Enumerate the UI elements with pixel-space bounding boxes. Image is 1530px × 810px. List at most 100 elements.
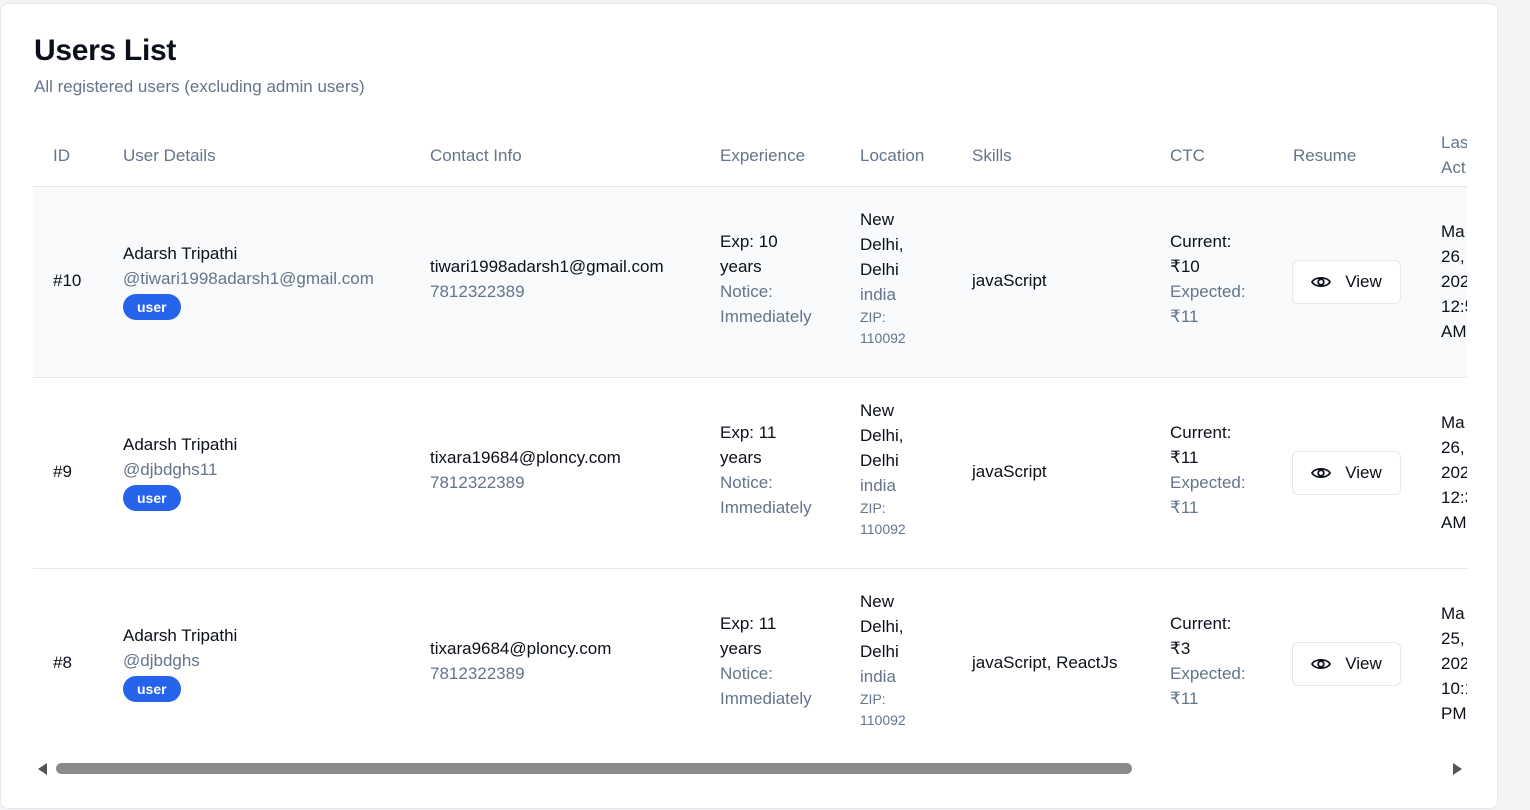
last-active-line2: 25, <box>1441 629 1465 648</box>
contact-info: tixara9684@ploncy.com 7812322389 <box>430 636 611 686</box>
view-resume-button[interactable]: View <box>1292 260 1401 304</box>
last-active-line2: 26, <box>1441 438 1465 457</box>
header-resume: Resume <box>1293 146 1357 165</box>
user-id: #9 <box>53 462 72 481</box>
notice-label: Notice: <box>720 664 773 683</box>
contact-info: tixara19684@ploncy.com 7812322389 <box>430 445 621 495</box>
role-badge: user <box>123 485 181 511</box>
notice-label: Notice: <box>720 473 773 492</box>
ctc-expected-value: ₹11 <box>1170 689 1199 708</box>
notice-value: Immediately <box>720 689 812 708</box>
skills: javaScript, ReactJs <box>972 653 1118 672</box>
ctc-expected-label: Expected: <box>1170 664 1246 683</box>
last-active-line5: AM <box>1441 322 1467 341</box>
experience-years-line1: Exp: 11 <box>720 614 777 633</box>
location-city-line1: New <box>860 592 895 611</box>
notice-value: Immediately <box>720 498 812 517</box>
location-info: New Delhi, Delhi india ZIP: 110092 <box>860 207 906 349</box>
ctc-current-label: Current: <box>1170 614 1232 633</box>
eye-icon <box>1311 276 1332 288</box>
location-country: india <box>860 285 896 304</box>
ctc-current-value: ₹11 <box>1170 448 1199 467</box>
user-username: @tiwari1998adarsh1@gmail.com <box>123 269 374 288</box>
user-details: Adarsh Tripathi @tiwari1998adarsh1@gmail… <box>123 241 374 320</box>
table-row: #9 Adarsh Tripathi @djbdghs11 user tixar… <box>33 378 1467 569</box>
role-badge: user <box>123 676 181 702</box>
user-details: Adarsh Tripathi @djbdghs11 user <box>123 432 237 511</box>
location-city-line3: Delhi <box>860 642 899 661</box>
location-zip-label: ZIP: <box>860 309 886 325</box>
user-details: Adarsh Tripathi @djbdghs user <box>123 623 237 702</box>
experience-years-line2: years <box>720 639 762 658</box>
last-active-line1: Ma <box>1441 413 1465 432</box>
location-city-line2: Delhi, <box>860 235 904 254</box>
eye-icon <box>1311 658 1332 670</box>
skills: javaScript <box>972 462 1047 481</box>
header-last-active: Las Act <box>1441 130 1467 180</box>
view-resume-button[interactable]: View <box>1292 451 1401 495</box>
experience-years-line2: years <box>720 448 762 467</box>
location-city-line1: New <box>860 401 895 420</box>
last-active: Ma 26, 202 12:3 AM <box>1441 410 1467 535</box>
view-resume-button[interactable]: View <box>1292 642 1401 686</box>
user-username: @djbdghs <box>123 651 200 670</box>
last-active-line5: AM <box>1441 513 1467 532</box>
contact-phone: 7812322389 <box>430 282 525 301</box>
scrollbar-thumb[interactable] <box>56 763 1132 774</box>
last-active-line4: 12:5 <box>1441 297 1467 316</box>
table-row: #10 Adarsh Tripathi @tiwari1998adarsh1@g… <box>33 187 1467 378</box>
role-badge: user <box>123 294 181 320</box>
notice-value: Immediately <box>720 307 812 326</box>
location-city-line2: Delhi, <box>860 617 904 636</box>
last-active-line1: Ma <box>1441 604 1465 623</box>
view-resume-label: View <box>1345 272 1382 291</box>
contact-email[interactable]: tiwari1998adarsh1@gmail.com <box>430 254 664 279</box>
table-header: ID User Details Contact Info Experience … <box>33 122 1467 187</box>
ctc-info: Current: ₹3 Expected: ₹11 <box>1170 611 1246 711</box>
contact-phone: 7812322389 <box>430 473 525 492</box>
user-name: Adarsh Tripathi <box>123 244 238 263</box>
last-active-line3: 202 <box>1441 272 1467 291</box>
last-active: Ma 25, 202 10:1 PM <box>1441 601 1467 726</box>
experience-years-line1: Exp: 11 <box>720 423 777 442</box>
contact-email[interactable]: tixara9684@ploncy.com <box>430 636 611 661</box>
location-country: india <box>860 476 896 495</box>
last-active-line5: PM <box>1441 704 1467 723</box>
ctc-expected-label: Expected: <box>1170 282 1246 301</box>
scroll-left-arrow-icon[interactable] <box>38 763 47 775</box>
last-active-line4: 12:3 <box>1441 488 1467 507</box>
ctc-current-value: ₹10 <box>1170 257 1200 276</box>
location-zip-value: 110092 <box>860 330 906 346</box>
notice-label: Notice: <box>720 282 773 301</box>
location-country: india <box>860 667 896 686</box>
last-active: Ma 26, 202 12:5 AM <box>1441 219 1467 344</box>
header-ctc: CTC <box>1170 146 1205 165</box>
ctc-current-value: ₹3 <box>1170 639 1191 658</box>
contact-email[interactable]: tixara19684@ploncy.com <box>430 445 621 470</box>
last-active-line4: 10:1 <box>1441 679 1467 698</box>
header-location: Location <box>860 146 925 165</box>
view-resume-label: View <box>1345 654 1382 673</box>
experience-info: Exp: 11 years Notice: Immediately <box>720 420 812 520</box>
page-subtitle: All registered users (excluding admin us… <box>34 77 365 96</box>
view-resume-label: View <box>1345 463 1382 482</box>
location-city-line3: Delhi <box>860 260 899 279</box>
location-zip-value: 110092 <box>860 712 906 728</box>
last-active-line3: 202 <box>1441 654 1467 673</box>
location-city-line2: Delhi, <box>860 426 904 445</box>
horizontal-scrollbar[interactable] <box>33 758 1467 780</box>
header-skills: Skills <box>972 146 1012 165</box>
users-table[interactable]: ID User Details Contact Info Experience … <box>33 122 1467 752</box>
experience-info: Exp: 11 years Notice: Immediately <box>720 611 812 711</box>
eye-icon <box>1311 467 1332 479</box>
last-active-line1: Ma <box>1441 222 1465 241</box>
location-zip-value: 110092 <box>860 521 906 537</box>
ctc-current-label: Current: <box>1170 232 1232 251</box>
ctc-expected-label: Expected: <box>1170 473 1246 492</box>
contact-info: tiwari1998adarsh1@gmail.com 7812322389 <box>430 254 664 304</box>
scroll-right-arrow-icon[interactable] <box>1453 763 1462 775</box>
location-info: New Delhi, Delhi india ZIP: 110092 <box>860 398 906 540</box>
user-id: #8 <box>53 653 72 672</box>
experience-years-line1: Exp: 10 <box>720 232 778 251</box>
ctc-expected-value: ₹11 <box>1170 498 1199 517</box>
